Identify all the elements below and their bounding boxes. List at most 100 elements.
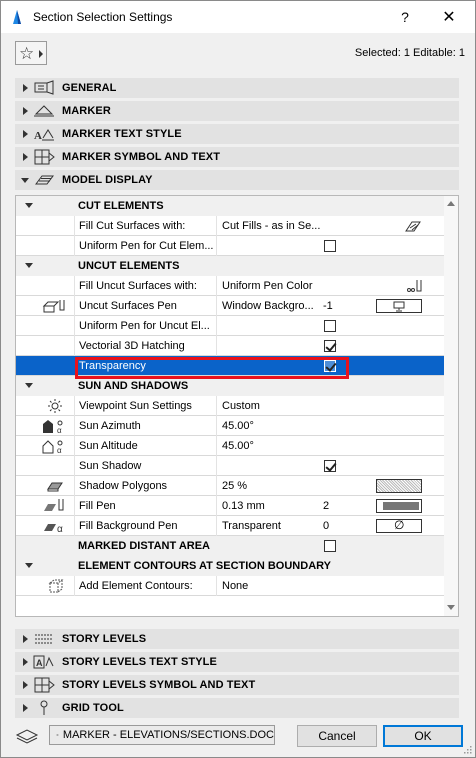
- pen-number: 2: [323, 500, 330, 512]
- story-levels-icon: [35, 634, 53, 644]
- section-heading: MARKED DISTANT AREA: [78, 540, 210, 552]
- section-heading: ELEMENT CONTOURS AT SECTION BOUNDARY: [78, 560, 332, 572]
- transparent-pen-swatch[interactable]: ∅: [376, 518, 422, 533]
- property-name: Shadow Polygons: [79, 480, 168, 492]
- property-name: Add Element Contours:: [79, 580, 193, 592]
- pen-color-icon: [407, 280, 422, 292]
- general-settings-icon: [34, 80, 54, 95]
- panel-label: MARKER TEXT STYLE: [62, 128, 182, 140]
- property-name: Fill Cut Surfaces with:: [79, 220, 186, 232]
- fill-cut-surfaces-row[interactable]: Fill Cut Surfaces with: Cut Fills - as i…: [16, 216, 444, 236]
- title-bar: Section Selection Settings ? ✕: [1, 1, 475, 33]
- sun-azimuth-row[interactable]: α Sun Azimuth 45.00°: [16, 416, 444, 436]
- dialog-footer: MARKER - ELEVATIONS/SECTIONS.DOC Cancel …: [1, 719, 475, 757]
- uncut-surfaces-pen-row[interactable]: Uncut Surfaces Pen Window Backgro... -1: [16, 296, 444, 316]
- shadow-polygons-row[interactable]: Shadow Polygons 25 %: [16, 476, 444, 496]
- properties-scrollbar[interactable]: [444, 196, 458, 616]
- sun-altitude-row[interactable]: α Sun Altitude 45.00°: [16, 436, 444, 456]
- model-display-properties: CUT ELEMENTS Fill Cut Surfaces with: Cut…: [15, 195, 459, 617]
- scroll-up-icon[interactable]: [447, 201, 455, 206]
- property-name: Sun Shadow: [79, 460, 142, 472]
- uniform-pen-cut-checkbox[interactable]: [324, 240, 336, 252]
- ok-button[interactable]: OK: [383, 725, 463, 747]
- scroll-down-icon[interactable]: [447, 605, 455, 610]
- settings-dialog: Section Selection Settings ? ✕ ☆ Selecte…: [0, 0, 476, 758]
- cancel-button[interactable]: Cancel: [297, 725, 377, 747]
- property-value: Uniform Pen Color: [222, 280, 313, 292]
- fill-background-pen-row[interactable]: α Fill Background Pen Transparent 0 ∅: [16, 516, 444, 536]
- expand-arrow-icon: [22, 658, 28, 666]
- panel-marker[interactable]: MARKER: [15, 101, 459, 121]
- panel-marker-text-style[interactable]: A MARKER TEXT STYLE: [15, 124, 459, 144]
- shadow-fill-swatch[interactable]: [376, 479, 422, 493]
- pen-number: 0: [323, 520, 330, 532]
- panel-label: MODEL DISPLAY: [62, 174, 153, 186]
- favorite-selector-value: MARKER - ELEVATIONS/SECTIONS.DOC: [62, 729, 274, 741]
- panel-label: STORY LEVELS TEXT STYLE: [62, 656, 217, 668]
- uniform-pen-uncut-checkbox[interactable]: [324, 320, 336, 332]
- property-value: Cut Fills - as in Se...: [222, 220, 321, 232]
- expand-arrow-icon: [22, 84, 28, 92]
- transparency-highlight-frame: [75, 357, 349, 379]
- sun-shadow-row[interactable]: Sun Shadow: [16, 456, 444, 476]
- sun-shadow-checkbox[interactable]: [324, 460, 336, 472]
- panel-marker-symbol-text[interactable]: MARKER SYMBOL AND TEXT: [15, 147, 459, 167]
- section-uncut-elements[interactable]: UNCUT ELEMENTS: [16, 256, 444, 276]
- fill-pen-row[interactable]: Fill Pen 0.13 mm 2: [16, 496, 444, 516]
- collapse-arrow-icon: [25, 563, 33, 568]
- property-name: Sun Azimuth: [79, 420, 141, 432]
- panel-grid-tool[interactable]: GRID TOOL: [15, 698, 459, 718]
- panel-label: STORY LEVELS: [62, 633, 147, 645]
- pen-number: -1: [323, 300, 333, 312]
- svg-text:A: A: [34, 130, 42, 142]
- favorite-selector[interactable]: MARKER - ELEVATIONS/SECTIONS.DOC: [49, 725, 275, 745]
- property-value: 25 %: [222, 480, 248, 492]
- fill-background-pen-icon: α: [44, 524, 63, 534]
- viewpoint-sun-settings-row[interactable]: Viewpoint Sun Settings Custom: [16, 396, 444, 416]
- panel-story-levels[interactable]: STORY LEVELS: [15, 629, 459, 649]
- collapse-arrow-icon: [25, 383, 33, 388]
- vectorial-3d-hatching-row[interactable]: Vectorial 3D Hatching: [16, 336, 444, 356]
- star-icon: ☆: [19, 43, 35, 63]
- help-button[interactable]: ?: [383, 1, 427, 33]
- uniform-pen-uncut-row[interactable]: Uniform Pen for Uncut El...: [16, 316, 444, 336]
- favorites-button[interactable]: ☆: [15, 41, 47, 65]
- uniform-pen-cut-row[interactable]: Uniform Pen for Cut Elem...: [16, 236, 444, 256]
- archicad-app-icon: [13, 10, 21, 24]
- collapse-arrow-icon: [21, 177, 29, 183]
- panel-label: STORY LEVELS SYMBOL AND TEXT: [62, 679, 256, 691]
- close-button[interactable]: ✕: [427, 1, 471, 33]
- marker-icon: [34, 105, 54, 117]
- svg-text:A: A: [36, 658, 43, 668]
- section-sun-and-shadows[interactable]: SUN AND SHADOWS: [16, 376, 444, 396]
- section-cut-elements[interactable]: CUT ELEMENTS: [16, 196, 444, 216]
- sun-altitude-icon: α: [42, 440, 63, 454]
- svg-text:α: α: [57, 446, 62, 454]
- section-element-contours[interactable]: ELEMENT CONTOURS AT SECTION BOUNDARY: [16, 556, 444, 576]
- empty-set-icon: ∅: [394, 518, 405, 532]
- window-background-pen-button[interactable]: [376, 299, 422, 313]
- panel-general[interactable]: GENERAL: [15, 78, 459, 98]
- property-name: Uniform Pen for Uncut El...: [79, 320, 210, 332]
- resize-grip-icon[interactable]: [462, 744, 472, 754]
- panel-model-display[interactable]: MODEL DISPLAY: [15, 170, 459, 190]
- sun-azimuth-icon: α: [43, 420, 63, 434]
- fill-pen-swatch[interactable]: [376, 499, 422, 513]
- property-name: Uniform Pen for Cut Elem...: [79, 240, 214, 252]
- expand-arrow-icon: [22, 635, 28, 643]
- property-name: Fill Uncut Surfaces with:: [79, 280, 197, 292]
- expand-arrow-icon: [22, 130, 28, 138]
- marked-distant-area-checkbox[interactable]: [324, 540, 336, 552]
- svg-text:α: α: [57, 426, 62, 434]
- vectorial-3d-hatching-checkbox[interactable]: [324, 340, 336, 352]
- section-marked-distant-area[interactable]: MARKED DISTANT AREA: [16, 536, 444, 556]
- property-name: Uncut Surfaces Pen: [79, 300, 177, 312]
- add-element-contours-row[interactable]: Add Element Contours: None: [16, 576, 444, 596]
- collapse-arrow-icon: [25, 263, 33, 268]
- property-name: Vectorial 3D Hatching: [79, 340, 185, 352]
- story-levels-symbol-icon: [34, 677, 55, 693]
- panel-story-levels-text-style[interactable]: A STORY LEVELS TEXT STYLE: [15, 652, 459, 672]
- fill-uncut-surfaces-row[interactable]: Fill Uncut Surfaces with: Uniform Pen Co…: [16, 276, 444, 296]
- panel-story-levels-symbol-text[interactable]: STORY LEVELS SYMBOL AND TEXT: [15, 675, 459, 695]
- grid-tool-icon: [40, 700, 48, 715]
